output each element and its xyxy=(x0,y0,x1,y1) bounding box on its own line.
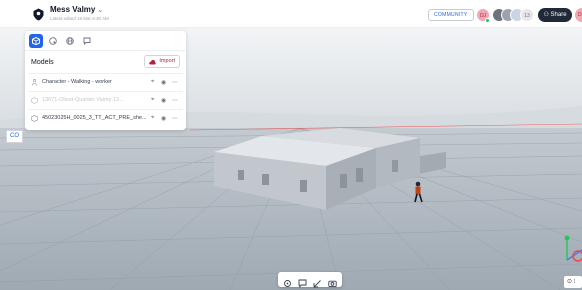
share-button[interactable]: ⚇ Share xyxy=(538,8,572,22)
eye-icon[interactable]: ◉ xyxy=(161,115,166,122)
online-status-indicator xyxy=(485,18,490,23)
panel-header: Models Import xyxy=(25,51,186,73)
last-edited-text: Latest edited 19 Mar 6:30 AM xyxy=(50,16,109,21)
camera-tool-icon[interactable] xyxy=(328,275,337,288)
more-icon[interactable]: ⋯ xyxy=(172,115,178,122)
models-tab[interactable] xyxy=(29,34,43,48)
avatar[interactable]: DJ xyxy=(575,8,582,22)
cube-icon xyxy=(32,37,40,45)
select-tool-icon[interactable] xyxy=(283,275,292,287)
view-options-button[interactable]: ⊙ ⁝ xyxy=(564,276,582,288)
target-icon[interactable]: ⌖ xyxy=(151,97,154,104)
cloud-upload-icon xyxy=(149,59,157,65)
comments-tab[interactable] xyxy=(80,34,94,48)
model-name: 13671-Olivet-Quartier Valmy-12... xyxy=(42,97,124,103)
comment-tool-icon[interactable] xyxy=(298,275,307,288)
import-button[interactable]: Import xyxy=(144,55,180,68)
list-item[interactable]: 13671-Olivet-Quartier Valmy-12... ⌖ ◉ ⋯ xyxy=(28,91,183,109)
comment-icon xyxy=(83,37,91,45)
list-item[interactable]: 45023025H_0025_3_TT_ACT_PRE_she... ⌖ ◉ ⋯ xyxy=(28,109,183,127)
panel-tabs xyxy=(25,31,186,51)
palette-icon xyxy=(49,37,57,45)
models-panel: Models Import Character - Walking - work… xyxy=(25,31,186,130)
project-title[interactable]: Mess Valmy ⌄ xyxy=(50,5,103,14)
eye-icon[interactable]: ◉ xyxy=(161,79,166,86)
model-icon xyxy=(31,115,38,122)
panel-title: Models xyxy=(31,59,54,66)
measure-tool-icon[interactable] xyxy=(313,275,322,288)
more-icon[interactable]: ⋯ xyxy=(172,79,178,86)
model-name: 45023025H_0025_3_TT_ACT_PRE_she... xyxy=(42,115,147,121)
eye-icon[interactable]: ◉ xyxy=(161,97,166,104)
edge-label[interactable]: CO xyxy=(6,130,23,143)
top-bar: Mess Valmy ⌄ Latest edited 19 Mar 6:30 AM… xyxy=(0,0,582,28)
materials-tab[interactable] xyxy=(46,34,60,48)
model-icon xyxy=(31,97,38,104)
list-item[interactable]: Character - Walking - worker ⌖ ◉ ⋯ xyxy=(28,73,183,91)
character-icon xyxy=(31,79,38,86)
target-icon[interactable]: ⌖ xyxy=(151,115,154,122)
viewport-toolbar xyxy=(278,272,342,288)
model-name: Character - Walking - worker xyxy=(42,79,112,85)
avatar-overflow-count[interactable]: 13 xyxy=(520,8,534,22)
globe-icon xyxy=(66,37,74,45)
chevron-down-icon[interactable]: ⌄ xyxy=(97,7,103,14)
more-icon[interactable]: ⋯ xyxy=(172,97,178,104)
target-icon[interactable]: ⌖ xyxy=(151,79,154,86)
community-button[interactable]: COMMUNITY xyxy=(428,9,474,21)
person-icon: ⚇ xyxy=(543,12,551,18)
app-logo-icon[interactable] xyxy=(32,8,45,21)
environment-tab[interactable] xyxy=(63,34,77,48)
